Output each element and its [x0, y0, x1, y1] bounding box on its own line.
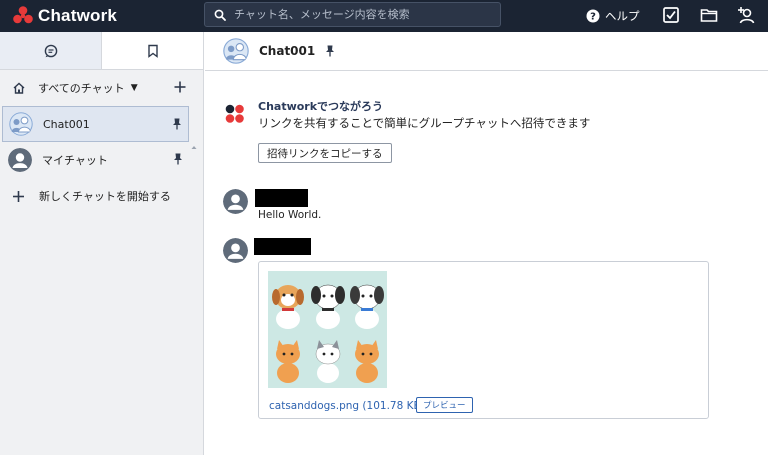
filter-label: すべてのチャット [38, 82, 125, 95]
room-name: Chat001 [43, 117, 90, 131]
search-icon [214, 9, 226, 21]
room-item-chat001[interactable]: Chat001 [2, 106, 189, 142]
room-item-my-chat[interactable]: マイチャット [2, 142, 189, 178]
group-avatar-icon[interactable] [223, 38, 249, 64]
pin-icon[interactable] [325, 45, 335, 57]
group-avatar-icon [9, 112, 33, 136]
top-bar: Chatwork ? ヘルプ [0, 0, 768, 32]
chatwork-logo-icon [225, 104, 244, 123]
chatwork-logo-icon [13, 6, 33, 24]
help-button[interactable]: ? ヘルプ [586, 6, 640, 26]
file-name-link[interactable]: catsanddogs.png (101.78 KB) [269, 400, 425, 412]
message-text: Hello World. [258, 209, 322, 221]
new-chat-button[interactable]: 新しくチャットを開始する [0, 178, 203, 214]
plus-icon[interactable] [173, 80, 187, 94]
invite-description: リンクを共有することで簡単にグループチャットへ招待できます [258, 116, 591, 130]
sidebar: すべてのチャット ▼ Chat001 マイチャット 新しくチャットを開始する [0, 32, 204, 455]
search-input[interactable] [234, 8, 484, 21]
pin-icon[interactable] [172, 118, 182, 130]
file-attachment-card: catsanddogs.png (101.78 KB) プレビュー [258, 261, 709, 419]
tab-chats[interactable] [0, 32, 102, 69]
plus-icon [13, 190, 24, 202]
app-name: Chatwork [38, 6, 118, 25]
chatwork-logo[interactable]: Chatwork [12, 4, 117, 28]
tab-bookmarks[interactable] [102, 32, 203, 69]
help-icon: ? [586, 9, 600, 23]
sidebar-tabs [0, 32, 203, 70]
room-title: Chat001 [259, 44, 316, 58]
new-chat-label: 新しくチャットを開始する [39, 190, 171, 203]
task-checkbox-icon [663, 7, 679, 23]
preview-button[interactable]: プレビュー [416, 397, 473, 413]
user-avatar-icon[interactable] [223, 189, 248, 214]
pin-icon[interactable] [173, 153, 183, 165]
scroll-up-arrow-icon[interactable] [190, 144, 198, 174]
home-icon [13, 82, 25, 94]
file-button[interactable] [700, 6, 718, 24]
svg-text:?: ? [590, 12, 596, 23]
chat-bubble-icon [44, 44, 57, 57]
user-avatar-icon[interactable] [223, 238, 248, 263]
redacted-sender-name [254, 238, 311, 255]
image-thumbnail[interactable] [268, 271, 387, 388]
contact-button[interactable] [737, 6, 755, 24]
redacted-sender-name [255, 189, 308, 207]
user-avatar-icon [8, 148, 32, 172]
help-label: ヘルプ [605, 9, 640, 23]
caret-down-icon: ▼ [130, 83, 138, 93]
room-name: マイチャット [42, 154, 108, 167]
copy-invite-link-button[interactable]: 招待リンクをコピーする [258, 143, 392, 163]
add-contact-icon [738, 7, 755, 24]
folder-icon [700, 9, 718, 22]
chat-filter[interactable]: すべてのチャット ▼ [0, 70, 203, 106]
bookmark-icon [147, 44, 158, 58]
invite-title: Chatworkでつながろう [258, 100, 384, 113]
room-header: Chat001 [205, 32, 768, 71]
task-button[interactable] [662, 6, 680, 24]
search-box[interactable] [204, 2, 501, 27]
